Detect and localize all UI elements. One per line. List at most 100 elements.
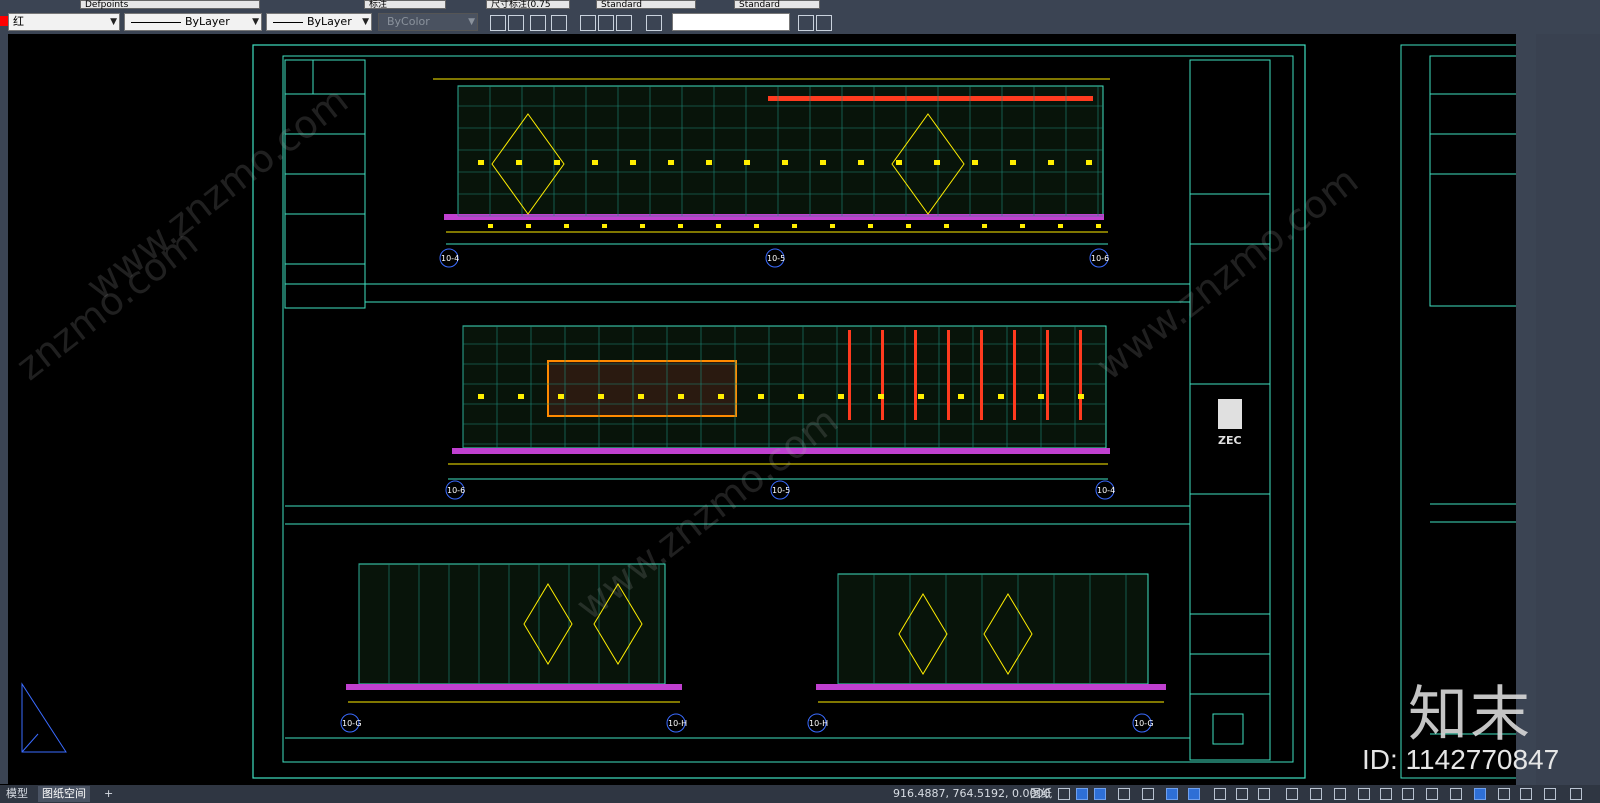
ortho-toggle-icon[interactable] — [1094, 788, 1106, 800]
grid-toggle-icon[interactable] — [1058, 788, 1070, 800]
grid-label: 10-5 — [767, 254, 785, 263]
cascade-icon[interactable] — [816, 15, 832, 31]
marker — [958, 394, 964, 399]
ortho-icon[interactable] — [616, 15, 632, 31]
marker — [820, 160, 826, 165]
marker — [1058, 224, 1063, 228]
plus-icon[interactable] — [1380, 788, 1392, 800]
modify-toolbar — [1536, 34, 1600, 785]
marker — [758, 394, 764, 399]
marker — [792, 224, 797, 228]
elevation-bottom-right — [816, 573, 1166, 703]
grid-label: 10-4 — [1097, 486, 1115, 495]
marker — [1096, 224, 1101, 228]
customization-icon[interactable] — [1544, 788, 1556, 800]
match-properties-icon[interactable] — [490, 15, 506, 31]
marker — [896, 160, 902, 165]
marker — [630, 160, 636, 165]
linetype-dropdown-value: ByLayer — [185, 15, 230, 28]
drawing-canvas[interactable]: ZEC 10-4 10-5 10-6 10-6 10-5 10-4 10-G 1… — [8, 34, 1516, 785]
grid-label: 10-H — [809, 719, 828, 728]
snap-icon[interactable] — [598, 15, 614, 31]
elevation-top — [433, 78, 1110, 245]
post — [848, 330, 851, 420]
line-preview-icon — [131, 22, 181, 23]
tab-model[interactable]: 模型 — [2, 786, 32, 802]
polar-toggle-icon[interactable] — [1118, 788, 1130, 800]
linetype-dropdown[interactable]: ByLayer ▼ — [124, 13, 262, 31]
layer-color-swatch — [0, 16, 8, 26]
layer-isolate-icon[interactable] — [551, 15, 567, 31]
grid-label: 10-H — [668, 719, 687, 728]
snap-toggle-icon[interactable] — [1076, 788, 1088, 800]
post — [1013, 330, 1016, 420]
block-icon[interactable] — [646, 15, 662, 31]
lock-ui-icon[interactable] — [1450, 788, 1462, 800]
layer-dropdown-value: 红 — [13, 15, 24, 28]
marker — [598, 394, 604, 399]
marker — [516, 160, 522, 165]
workspace-icon[interactable] — [1310, 788, 1322, 800]
linetype-mini-dropdown[interactable]: Defpoints — [80, 0, 260, 10]
gear-icon[interactable] — [1358, 788, 1370, 800]
dimstyle-dropdown[interactable]: 尺寸标注(0.75 — [486, 0, 570, 10]
marker — [934, 160, 940, 165]
marker — [798, 394, 804, 399]
grid-label: 10-6 — [1091, 254, 1109, 263]
command-search-input[interactable] — [672, 13, 790, 31]
marker — [706, 160, 712, 165]
tile-icon[interactable] — [798, 15, 814, 31]
marker — [718, 394, 724, 399]
paper-space-toggle[interactable]: 图纸 — [1026, 786, 1056, 802]
units-icon[interactable] — [1402, 788, 1414, 800]
chevron-down-icon: ▼ — [362, 17, 369, 27]
marker — [592, 160, 598, 165]
hardware-acceleration-icon[interactable] — [1498, 788, 1510, 800]
menu-icon[interactable] — [1570, 788, 1582, 800]
tab-layout[interactable]: 图纸空间 — [38, 786, 90, 802]
chevron-down-icon: ▼ — [110, 17, 117, 27]
lineweight-dropdown[interactable]: ByLayer ▼ — [266, 13, 372, 31]
marker — [518, 394, 524, 399]
line-preview-icon — [273, 22, 303, 23]
layer-dropdown[interactable]: 红 ▼ — [8, 13, 120, 31]
post — [1079, 330, 1082, 420]
isodraft-icon[interactable] — [1142, 788, 1154, 800]
marker — [838, 394, 844, 399]
annotation-scale-icon[interactable] — [1286, 788, 1298, 800]
layer-states-icon[interactable] — [530, 15, 546, 31]
isolate-objects-icon[interactable] — [1474, 788, 1486, 800]
marker — [564, 224, 569, 228]
lineweight-toggle-icon[interactable] — [1214, 788, 1226, 800]
grid-label: 10-G — [342, 719, 362, 728]
title-block-logo: ZEC — [1218, 399, 1242, 447]
object-snap-icon[interactable] — [1166, 788, 1178, 800]
layer-properties-icon[interactable] — [508, 15, 524, 31]
marker — [668, 160, 674, 165]
clean-screen-icon[interactable] — [1520, 788, 1532, 800]
grid-icon[interactable] — [580, 15, 596, 31]
annotation-monitor-icon[interactable] — [1334, 788, 1346, 800]
textstyle-dropdown[interactable]: Standard — [596, 0, 696, 10]
grid-label: 10-6 — [447, 486, 465, 495]
post — [947, 330, 950, 420]
tablestyle-dropdown[interactable]: Standard — [734, 0, 820, 10]
ucs-icon — [21, 682, 67, 753]
quick-properties-icon[interactable] — [1426, 788, 1438, 800]
object-snap-track-icon[interactable] — [1188, 788, 1200, 800]
post — [1046, 330, 1049, 420]
grid-label: 10-4 — [441, 254, 459, 263]
marker — [1086, 160, 1092, 165]
add-layout-button[interactable]: + — [100, 786, 117, 802]
marker — [858, 160, 864, 165]
post — [881, 330, 884, 420]
plotstyle-dropdown-value: ByColor — [387, 15, 430, 28]
plotstyle-dropdown[interactable]: ByColor ▼ — [378, 13, 478, 31]
post — [980, 330, 983, 420]
layer-mini-dropdown[interactable]: 标注 — [364, 0, 446, 10]
marker — [830, 224, 835, 228]
marker — [744, 160, 750, 165]
marker — [678, 394, 684, 399]
selection-cycling-icon[interactable] — [1258, 788, 1270, 800]
transparency-icon[interactable] — [1236, 788, 1248, 800]
